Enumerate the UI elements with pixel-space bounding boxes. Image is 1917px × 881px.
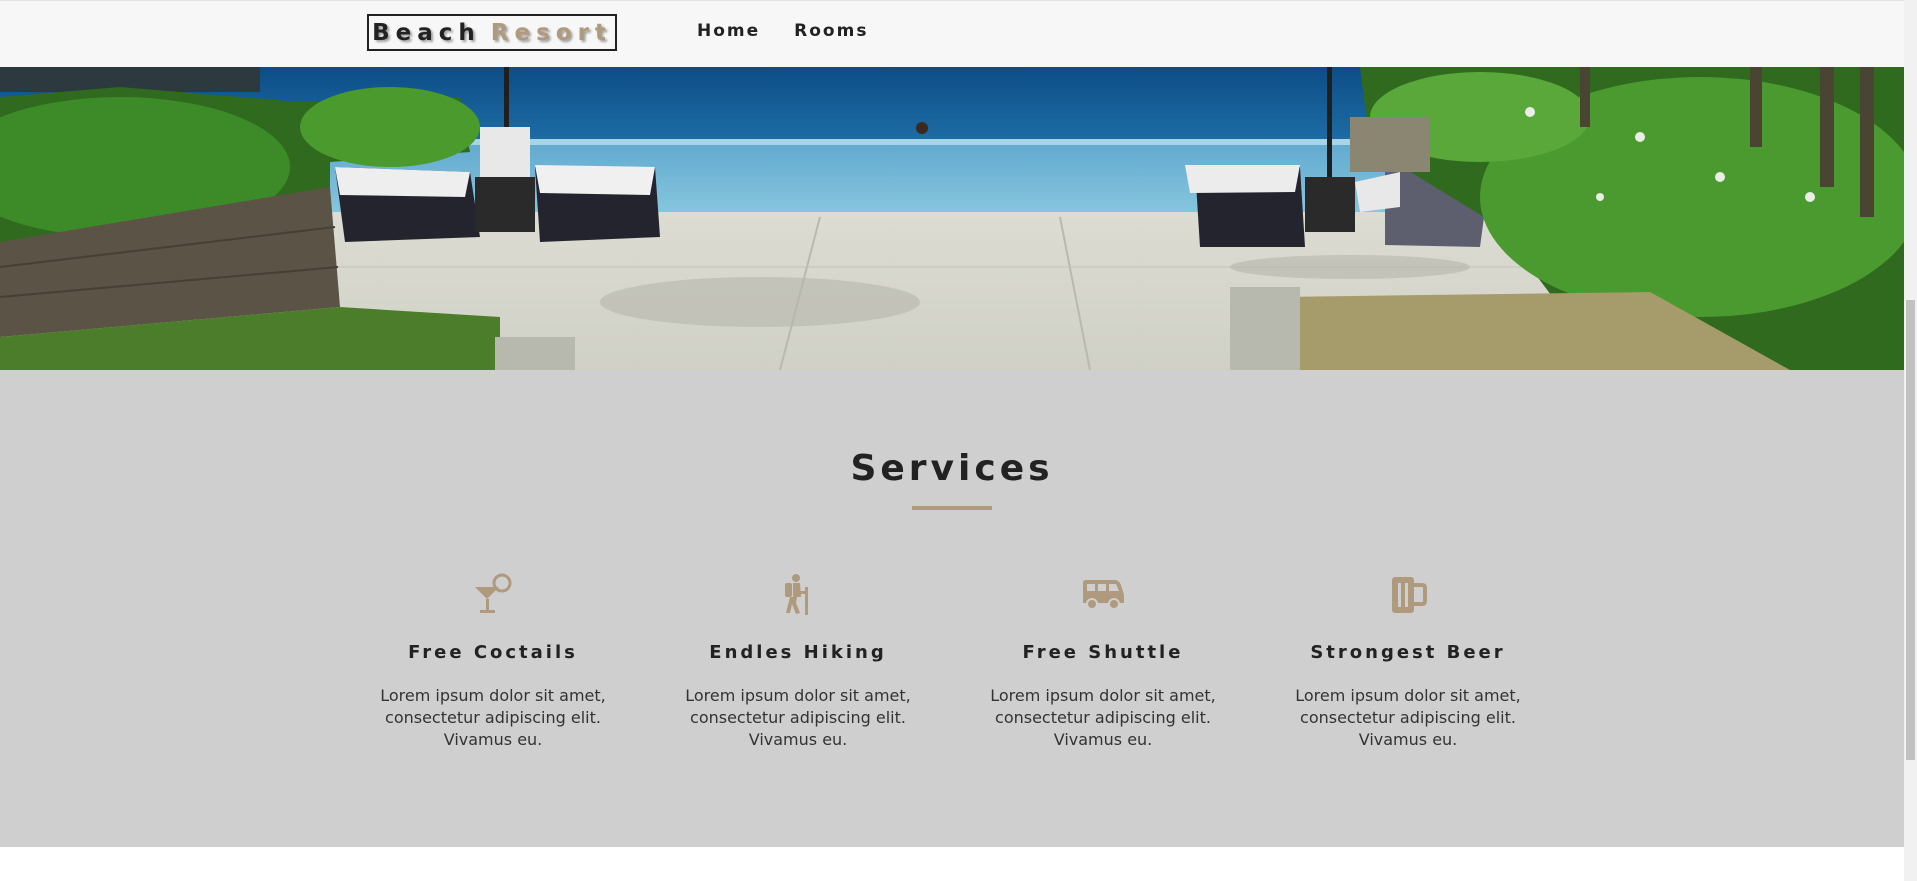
- service-title: Endles Hiking: [709, 642, 887, 663]
- page-bottom-area: [0, 847, 1904, 881]
- service-card-beer: Strongest Beer Lorem ipsum dolor sit ame…: [1278, 570, 1538, 751]
- logo-word-beach: Beach: [372, 19, 481, 46]
- nav-link-rooms[interactable]: Rooms: [794, 21, 868, 41]
- service-title: Free Shuttle: [1022, 642, 1184, 663]
- scrollbar-thumb[interactable]: [1906, 300, 1915, 760]
- nav-links: Home Rooms: [697, 21, 868, 41]
- navbar: Beach Resort Home Rooms: [0, 0, 1904, 67]
- cocktail-icon: [363, 570, 623, 620]
- service-text: Lorem ipsum dolor sit amet, consectetur …: [685, 686, 911, 749]
- vertical-scrollbar[interactable]: [1904, 0, 1917, 881]
- hero-image: [0, 67, 1904, 370]
- site-logo[interactable]: Beach Resort: [367, 14, 617, 51]
- resort-pool-photo: [0, 67, 1904, 370]
- beer-mug-icon: [1278, 570, 1538, 620]
- service-card-hiking: Endles Hiking Lorem ipsum dolor sit amet…: [668, 570, 928, 751]
- service-title: Strongest Beer: [1310, 642, 1506, 663]
- logo-word-resort: Resort: [490, 19, 612, 46]
- title-underline: [912, 506, 992, 510]
- shuttle-van-icon: [973, 570, 1233, 620]
- service-title: Free Coctails: [408, 642, 578, 663]
- service-text: Lorem ipsum dolor sit amet, consectetur …: [380, 686, 606, 749]
- nav-link-home[interactable]: Home: [697, 21, 760, 41]
- hiking-icon: [668, 570, 928, 620]
- services-title: Services: [850, 448, 1054, 489]
- services-section: Services Free Coctails Lorem ipsum dolor…: [0, 370, 1904, 847]
- service-card-shuttle: Free Shuttle Lorem ipsum dolor sit amet,…: [973, 570, 1233, 751]
- service-card-cocktails: Free Coctails Lorem ipsum dolor sit amet…: [363, 570, 623, 751]
- service-text: Lorem ipsum dolor sit amet, consectetur …: [990, 686, 1216, 749]
- service-text: Lorem ipsum dolor sit amet, consectetur …: [1295, 686, 1521, 749]
